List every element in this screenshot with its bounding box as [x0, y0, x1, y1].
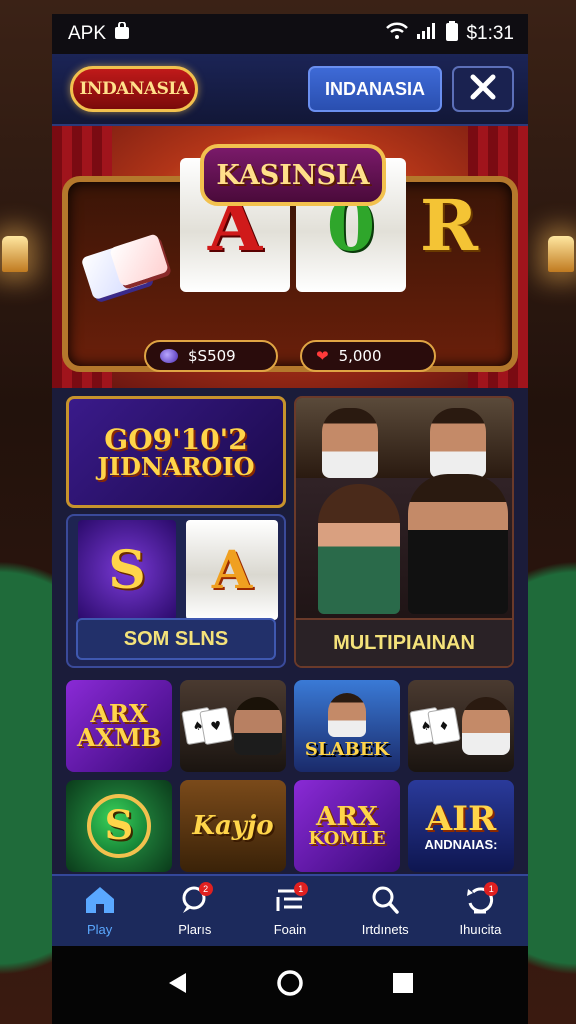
signal-icon	[416, 22, 438, 46]
close-icon	[468, 72, 498, 106]
slots-reel-s: S	[78, 520, 176, 620]
dealers-image	[296, 398, 512, 478]
chip-icon	[160, 349, 178, 363]
wifi-icon	[386, 22, 409, 46]
game-tile[interactable]: ARX KOMLE	[294, 780, 400, 872]
close-button[interactable]	[452, 66, 514, 112]
status-bar: APK $1:31	[52, 14, 528, 54]
dealer-avatar	[462, 697, 510, 755]
bag-icon	[114, 21, 130, 46]
featured-left-column: GO9'10'2 JIDNAROIO S A SOM SLNS	[66, 396, 286, 668]
game-tile[interactable]: S	[66, 780, 172, 872]
nav-label: Plarıs	[178, 922, 212, 937]
game-tile[interactable]: ♠ ♥	[180, 680, 286, 772]
notification-badge: 2	[198, 882, 213, 896]
nav-plans[interactable]: 2 Plarıs	[147, 876, 242, 946]
jackpot-banner-line1: GO9'10'2	[104, 422, 248, 456]
hero-marquee-title: KASINSIA	[200, 144, 386, 206]
jackpot-banner-line2: JIDNAROIO	[97, 452, 255, 482]
bottom-nav: Play 2 Plarıs 1 Foain Irtdınets 1 Ihuıci…	[52, 874, 528, 946]
battery-icon	[446, 21, 459, 47]
slots-card-label: SOM SLNS	[76, 618, 276, 660]
game-tile[interactable]: SLABEK	[294, 680, 400, 772]
game-tile[interactable]: ♠ ♦	[408, 680, 514, 772]
nav-search[interactable]: Irtdınets	[338, 876, 433, 946]
wall-lamp-right	[548, 236, 574, 272]
multiplayer-label: MULTIPIAINAN	[296, 618, 512, 666]
dollar-coin-icon: S	[87, 794, 151, 858]
game-tile-subtitle: ANDNAIAS:	[424, 836, 498, 852]
heart-counter: ❤ 5,000	[300, 340, 436, 372]
game-tile-title: ARX	[316, 802, 378, 832]
slots-card[interactable]: S A SOM SLNS	[66, 514, 286, 668]
logo-text: INDANASIA	[79, 79, 189, 99]
featured-games: GO9'10'2 JIDNAROIO S A SOM SLNS MULTIPIA…	[66, 396, 514, 668]
clock: $1:31	[466, 23, 514, 44]
game-tile-title: AIR	[425, 798, 497, 839]
search-icon	[369, 885, 401, 918]
game-tile-subtitle: AXMB	[76, 723, 162, 752]
chip-counter: $S509	[144, 340, 278, 372]
nav-label: Foain	[273, 922, 307, 937]
dealer-avatar	[328, 693, 366, 737]
chip-counter-value: $S509	[188, 347, 236, 365]
wall-lamp-left	[2, 236, 28, 272]
nav-label: Play	[86, 922, 113, 937]
notification-badge: 1	[293, 882, 308, 896]
game-tile[interactable]: Kayjo	[180, 780, 286, 872]
game-tile-title: SLABEK	[304, 739, 390, 760]
dealer-avatar	[322, 408, 378, 478]
nav-history[interactable]: 1 Ihuıcita	[433, 876, 528, 946]
multiplayer-card[interactable]: MULTIPIAINAN	[294, 396, 514, 668]
nav-feed[interactable]: 1 Foain	[242, 876, 337, 946]
playing-cards-icon: ♦	[427, 706, 461, 746]
back-button[interactable]	[166, 971, 188, 999]
dealer-avatar	[430, 408, 486, 478]
status-left-label: APK	[68, 23, 107, 44]
game-tile[interactable]: AIR ANDNAIAS:	[408, 780, 514, 872]
reel-3: R	[419, 183, 479, 267]
jackpot-banner[interactable]: GO9'10'2 JIDNAROIO	[66, 396, 286, 508]
heart-icon: ❤	[316, 347, 329, 365]
host-male-image	[408, 474, 508, 614]
nav-play[interactable]: Play	[52, 876, 147, 946]
nav-label: Irtdınets	[361, 922, 409, 937]
game-tile[interactable]: ARX AXMB	[66, 680, 172, 772]
android-nav-bar	[52, 946, 528, 1024]
playing-cards-icon: ♥	[199, 706, 233, 746]
home-button[interactable]	[276, 969, 304, 1001]
app-logo[interactable]: INDANASIA	[70, 66, 198, 112]
host-female-image	[318, 484, 400, 614]
app-screen: INDANASIA INDANASIA A 0 R KASINSIA $S509…	[52, 54, 528, 946]
dealer-avatar	[234, 697, 282, 755]
recents-button[interactable]	[392, 972, 414, 998]
game-tiles-grid: ARX AXMB ♠ ♥ SLABEK ♠ ♦ S Kayjo ARX KOML…	[66, 680, 514, 872]
game-tile-title: Kayjo	[192, 811, 274, 841]
nav-label: Ihuıcita	[459, 922, 502, 937]
home-icon	[83, 885, 117, 918]
app-header: INDANASIA INDANASIA	[52, 54, 528, 126]
brand-button[interactable]: INDANASIA	[308, 66, 442, 112]
slots-reel-a: A	[186, 520, 278, 620]
game-tile-subtitle: KOMLE	[308, 828, 386, 849]
heart-counter-value: 5,000	[338, 347, 382, 365]
